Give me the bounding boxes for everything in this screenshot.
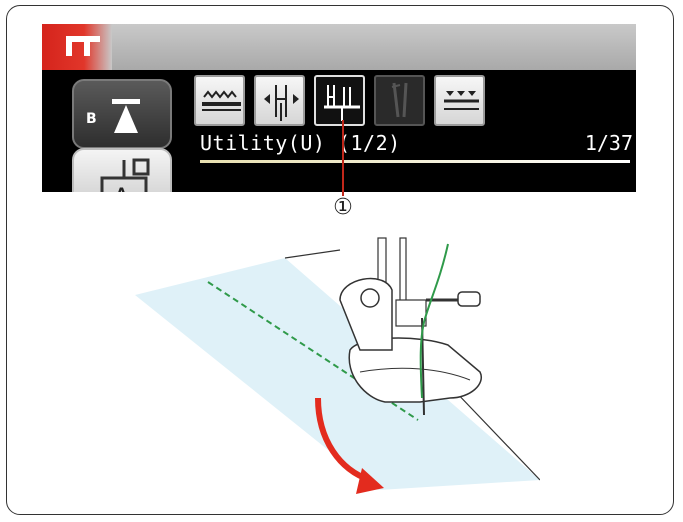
stitch-elongation-icon — [444, 91, 479, 110]
presser-foot-button[interactable]: A — [72, 148, 172, 192]
lcd-top-bar — [42, 24, 636, 70]
twin-needle-button[interactable] — [374, 75, 425, 126]
title-underline — [200, 160, 630, 163]
fabric-back-edge — [284, 249, 341, 259]
callout-line — [342, 120, 344, 196]
pattern-title-row: Utility(U) (1/2) 1/37 — [200, 131, 636, 161]
needle-bar — [399, 237, 407, 309]
lcd-screen: B A — [42, 24, 636, 192]
foot-up-down-button[interactable]: B — [72, 79, 172, 149]
callout-number: ① — [333, 195, 353, 220]
pattern-page-count: 1/37 — [584, 131, 633, 155]
feed-dog-icon — [202, 90, 241, 111]
twin-needle-icon — [391, 82, 408, 118]
sewing-illustration — [135, 237, 540, 494]
stitch-elongation-button[interactable] — [434, 75, 485, 126]
feed-dog-button[interactable] — [194, 75, 245, 126]
pattern-mode-title: Utility(U) (1/2) — [200, 131, 401, 155]
needle-position-icon — [264, 85, 299, 121]
foot-screw — [360, 288, 380, 308]
thumb-screw — [457, 291, 481, 307]
lock-stitch-button[interactable] — [314, 75, 365, 126]
side-button-a-letter: A — [116, 186, 127, 192]
sewing-machine-icon — [66, 36, 100, 56]
needle-position-button[interactable] — [254, 75, 305, 126]
foot-up-icon — [112, 99, 140, 133]
